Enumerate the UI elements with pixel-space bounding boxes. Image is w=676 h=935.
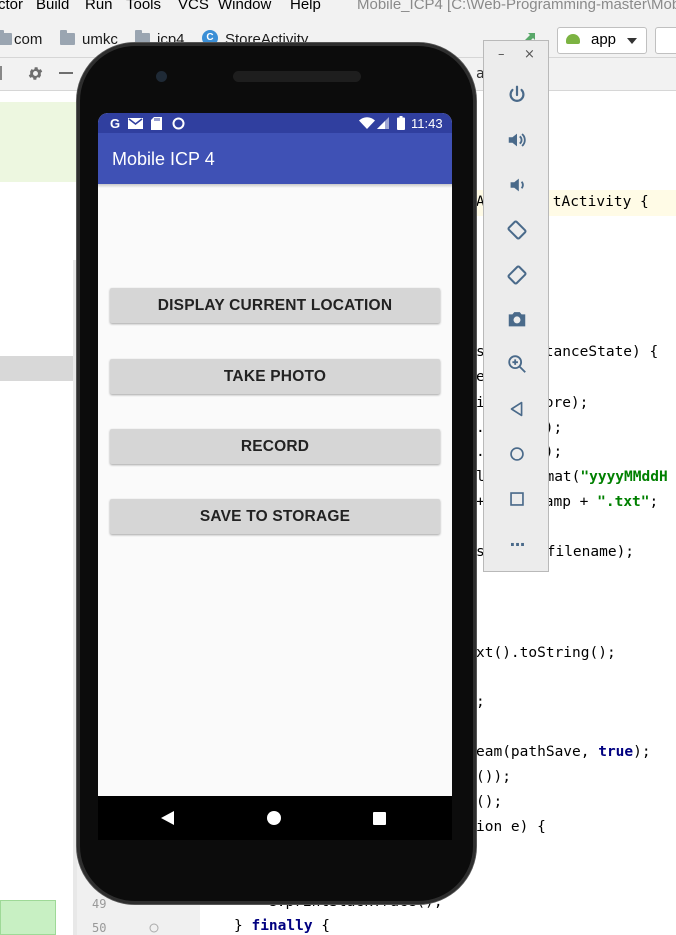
code-line: ion e) { <box>476 819 546 835</box>
project-panel <box>0 91 76 935</box>
app-bar: Mobile ICP 4 <box>98 133 452 184</box>
power-icon <box>509 85 525 102</box>
window-title: Mobile_ICP4 [C:\Web-Programming-master\M… <box>357 0 676 13</box>
minimize-panel-icon[interactable] <box>59 72 73 75</box>
code-line: xt().toString(); <box>476 645 616 661</box>
rotate-left-button[interactable] <box>504 217 530 243</box>
status-bar: G 11:43 <box>98 113 452 133</box>
zoom-button[interactable] <box>504 351 530 377</box>
earpiece-speaker <box>233 71 361 82</box>
record-button[interactable]: RECORD <box>110 429 440 464</box>
line-number: 49 <box>92 897 107 911</box>
chevron-down-icon <box>627 38 637 44</box>
more-icon: ··· <box>509 534 525 554</box>
volume-up-button[interactable] <box>504 127 530 153</box>
menu-window[interactable]: Window <box>218 0 271 13</box>
sync-icon <box>172 116 185 130</box>
close-button[interactable]: × <box>524 47 535 62</box>
signal-icon <box>377 116 389 130</box>
volume-up-icon <box>508 133 526 147</box>
recent-apps-icon[interactable] <box>373 812 386 825</box>
line-number: 50 <box>92 921 107 935</box>
power-button[interactable] <box>504 82 530 108</box>
sd-card-icon <box>151 116 162 130</box>
project-tree-row[interactable] <box>0 356 76 381</box>
screenshot-button[interactable] <box>504 306 530 332</box>
breadcrumb-umkc[interactable]: umkc <box>82 31 118 48</box>
code-line: ()); <box>476 769 511 785</box>
run-configuration-select[interactable]: app <box>557 27 647 54</box>
save-to-storage-button[interactable]: SAVE TO STORAGE <box>110 499 440 534</box>
front-camera <box>156 71 167 82</box>
camera-icon <box>508 312 526 327</box>
back-icon <box>510 401 523 417</box>
emulator-toolbar: – × ··· <box>483 40 549 572</box>
phone-navigation-bar <box>98 796 452 840</box>
code-line: } finally { <box>234 918 331 934</box>
project-status-box <box>0 900 56 935</box>
display-current-location-button[interactable]: DISPLAY CURRENT LOCATION <box>110 288 440 323</box>
code-line: (); <box>476 794 503 810</box>
folder-icon <box>0 30 12 45</box>
rotate-left-icon <box>507 220 527 240</box>
more-button[interactable]: ··· <box>504 531 530 557</box>
gmail-icon <box>128 116 143 130</box>
wifi-icon <box>359 116 375 130</box>
app-title: Mobile ICP 4 <box>112 149 215 169</box>
menu-build[interactable]: Build <box>36 0 69 13</box>
google-icon: G <box>109 115 121 131</box>
overview-icon <box>510 492 524 506</box>
menu-run[interactable]: Run <box>85 0 113 13</box>
gear-icon[interactable] <box>27 65 44 82</box>
back-button[interactable] <box>504 396 530 422</box>
menu-tools[interactable]: Tools <box>126 0 161 13</box>
ide-menu-bar: ctor Build Run Tools VCS Window Help Mob… <box>0 0 676 22</box>
volume-down-icon <box>510 178 524 192</box>
code-line: eam(pathSave, true); <box>476 744 651 760</box>
back-icon[interactable] <box>161 811 174 825</box>
folder-icon <box>60 30 75 45</box>
minimize-button[interactable]: – <box>498 47 505 62</box>
fold-icon[interactable] <box>149 923 159 933</box>
volume-down-button[interactable] <box>504 172 530 198</box>
home-button[interactable] <box>504 441 530 467</box>
run-configuration-label: app <box>591 31 617 48</box>
app-bar-shadow <box>98 184 452 188</box>
phone-screen: G 11:43 Mobile ICP 4 DISPLAY CURRENT LOC… <box>98 113 452 796</box>
project-tree-selection <box>0 102 76 182</box>
breadcrumb-com[interactable]: com <box>14 31 42 48</box>
menu-refactor[interactable]: ctor <box>0 0 23 13</box>
status-time: 11:43 <box>411 116 443 131</box>
android-icon <box>566 34 580 44</box>
take-photo-button[interactable]: TAKE PHOTO <box>110 359 440 394</box>
home-icon[interactable] <box>267 811 281 825</box>
device-select-button[interactable] <box>655 27 676 54</box>
code-line: ; <box>476 694 485 710</box>
rotate-right-icon <box>507 265 527 285</box>
menu-vcs[interactable]: VCS <box>178 0 209 13</box>
overview-button[interactable] <box>504 486 530 512</box>
zoom-icon <box>508 355 526 373</box>
divider-handle-icon <box>0 66 2 80</box>
menu-help[interactable]: Help <box>290 0 321 13</box>
home-icon <box>510 447 524 461</box>
rotate-right-button[interactable] <box>504 262 530 288</box>
battery-icon <box>396 116 405 130</box>
